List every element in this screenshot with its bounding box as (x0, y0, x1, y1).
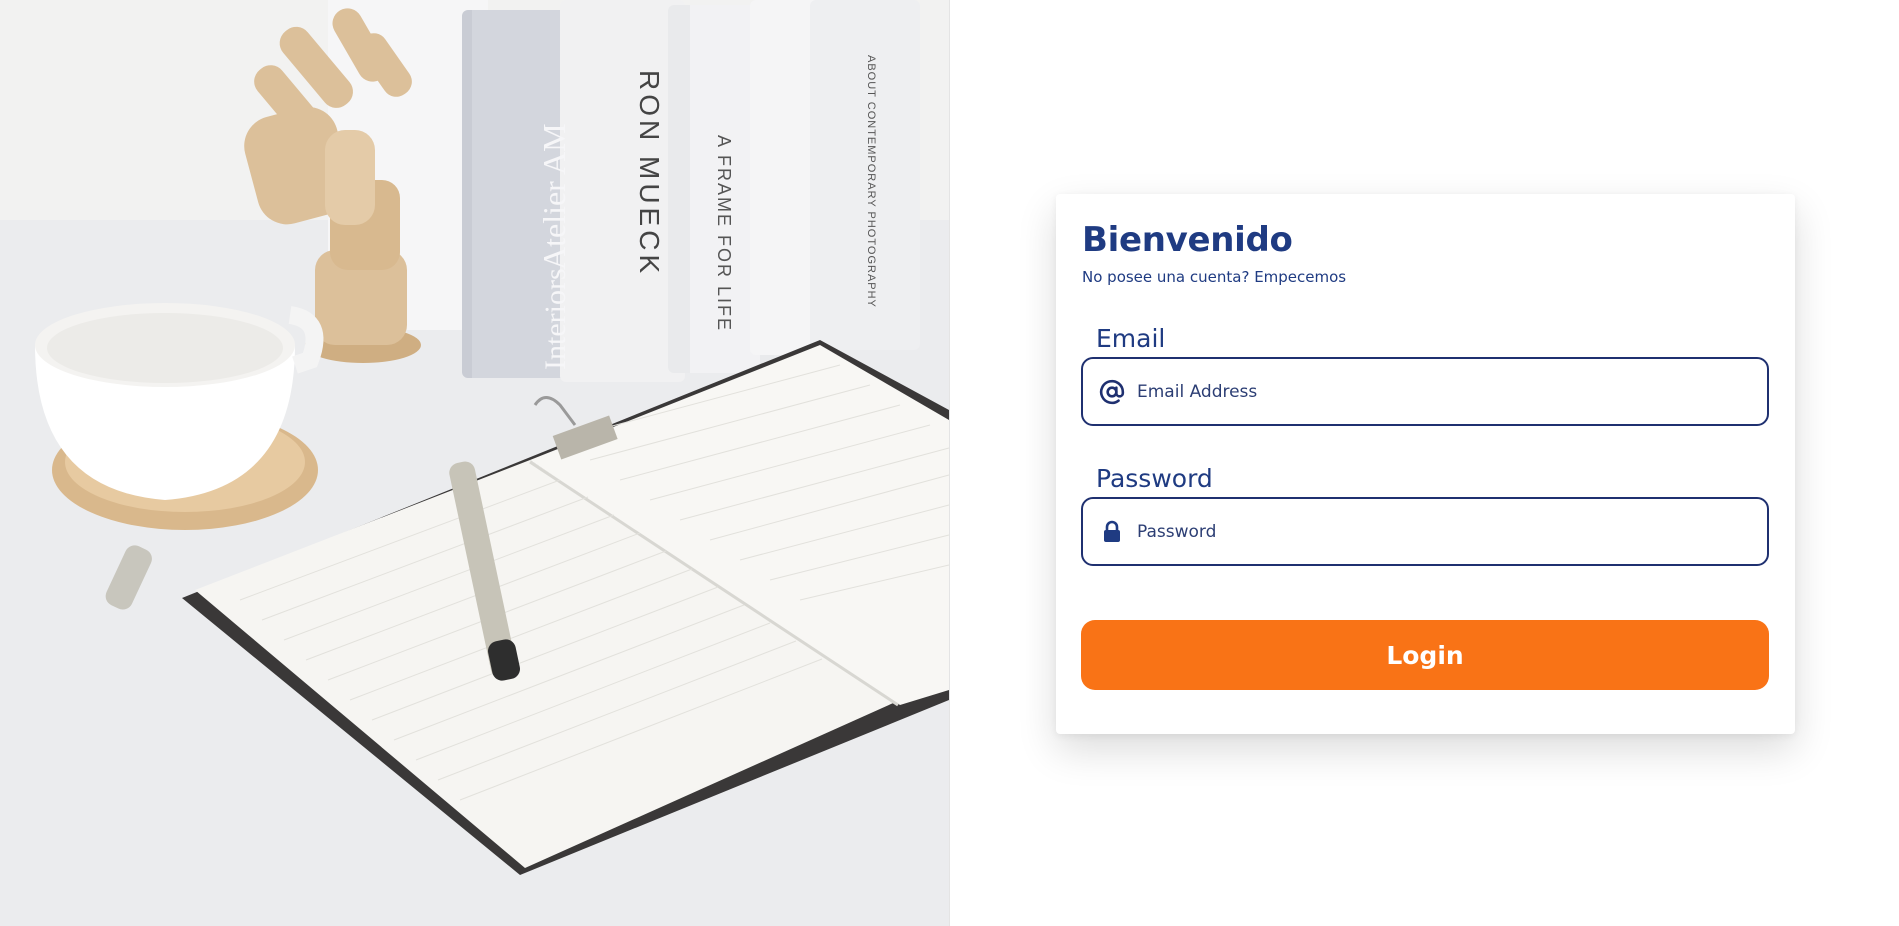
at-sign-icon (1099, 379, 1125, 405)
svg-text:A FRAME FOR LIFE: A FRAME FOR LIFE (714, 135, 734, 332)
email-field-container (1081, 357, 1769, 426)
coffee-cup (35, 303, 324, 530)
svg-text:Interiors: Interiors (539, 268, 572, 370)
password-field-container (1081, 497, 1769, 566)
panel-divider (949, 0, 950, 926)
svg-text:ABOUT CONTEMPORARY PHOTOGRAPHY: ABOUT CONTEMPORARY PHOTOGRAPHY (865, 55, 877, 308)
svg-text:RON MUECK: RON MUECK (634, 70, 665, 277)
email-input[interactable] (1137, 359, 1767, 424)
login-button[interactable]: Login (1081, 620, 1769, 690)
hero-image: Interiors Atelier AM RON MUECK A FRAME F… (0, 0, 949, 926)
books: Interiors Atelier AM RON MUECK A FRAME F… (328, 0, 920, 382)
password-label: Password (1096, 464, 1213, 493)
login-card: Bienvenido No posee una cuenta? Empecemo… (1056, 194, 1795, 734)
lock-icon (1099, 519, 1125, 545)
svg-text:Atelier AM: Atelier AM (536, 123, 572, 270)
login-title: Bienvenido (1082, 220, 1293, 260)
signup-prompt: No posee una cuenta? Empecemos (1082, 268, 1346, 286)
signup-prompt-text: No posee una cuenta? (1082, 268, 1250, 286)
email-label: Email (1096, 324, 1166, 353)
signup-link[interactable]: Empecemos (1254, 268, 1346, 286)
password-input[interactable] (1137, 499, 1767, 564)
